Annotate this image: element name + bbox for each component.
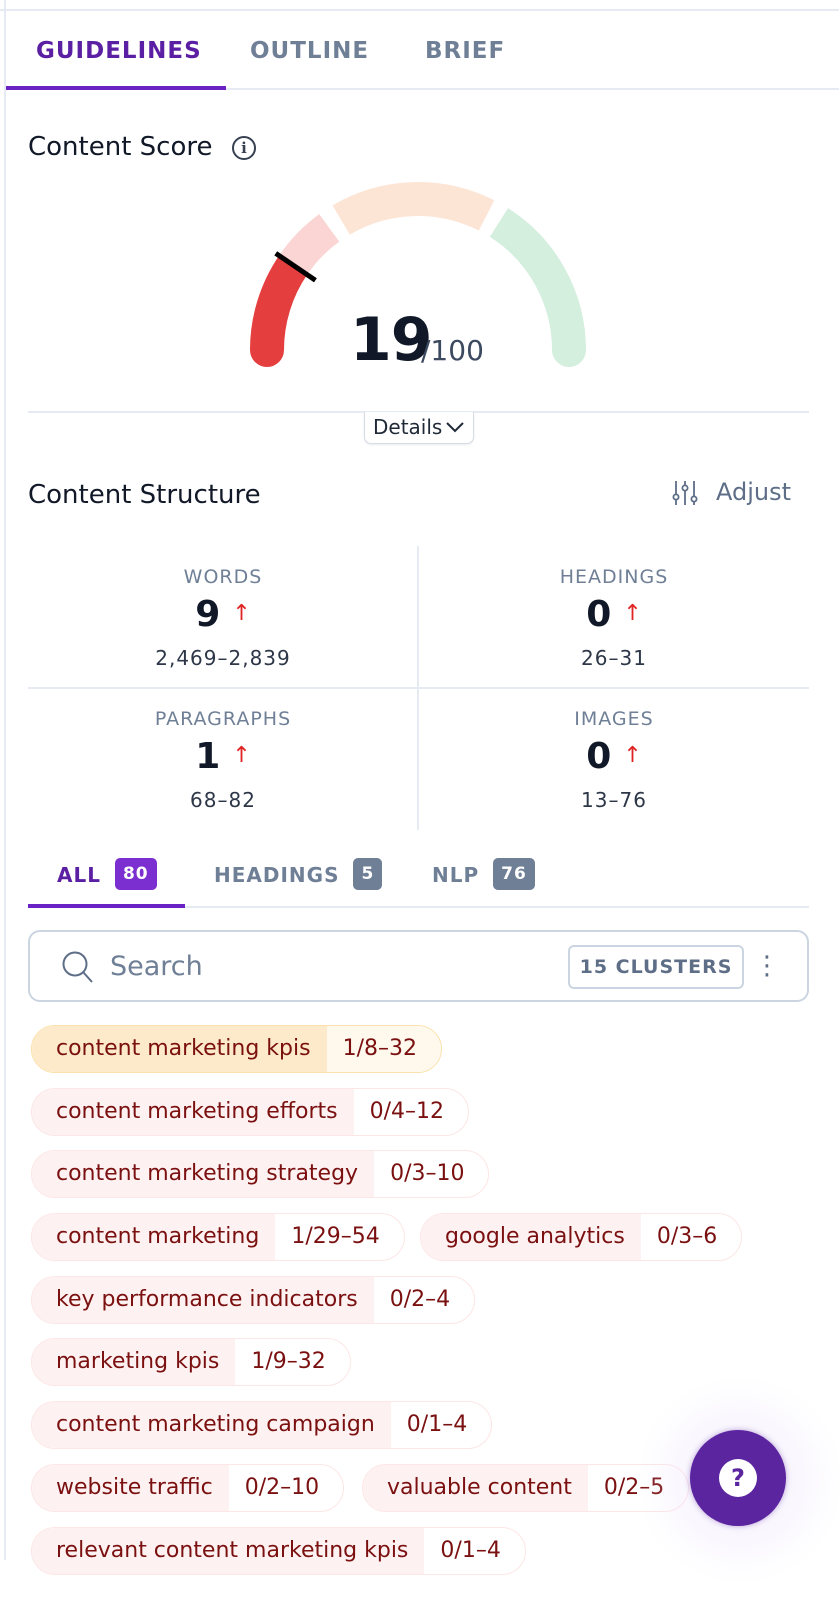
term-label: google analytics bbox=[421, 1214, 641, 1261]
term-count: 0/2–10 bbox=[244, 1474, 320, 1500]
stat-headings: HEADINGS 0 ↑ 26–31 bbox=[419, 546, 809, 688]
term-label: content marketing kpis bbox=[32, 1026, 327, 1072]
term-chip[interactable]: content marketing strategy 0/3–10 bbox=[31, 1150, 490, 1199]
stat-label: IMAGES bbox=[574, 708, 654, 730]
stat-value: 0 ↑ bbox=[586, 594, 642, 635]
stat-label: HEADINGS bbox=[559, 566, 669, 588]
term-label: content marketing bbox=[32, 1214, 276, 1261]
adjust-label: Adjust bbox=[716, 478, 792, 506]
sliders-icon bbox=[672, 481, 698, 505]
stat-label: PARAGRAPHS bbox=[154, 708, 292, 730]
count-badge: 5 bbox=[353, 858, 383, 890]
gauge-end-cap bbox=[250, 333, 284, 367]
term-count: 0/4–12 bbox=[369, 1098, 445, 1124]
stats-divider-horizontal bbox=[28, 687, 809, 689]
term-chip[interactable]: relevant content marketing kpis 0/1–4 bbox=[31, 1526, 526, 1575]
stat-range: 2,469–2,839 bbox=[155, 646, 291, 670]
term-chip[interactable]: content marketing campaign 0/1–4 bbox=[31, 1401, 493, 1450]
term-chip[interactable]: website traffic 0/2–10 bbox=[31, 1463, 345, 1512]
term-chip[interactable]: valuable content 0/2–5 bbox=[362, 1463, 690, 1512]
term-chip[interactable]: content marketing kpis 1/8–32 bbox=[31, 1025, 442, 1073]
term-count: 0/1–4 bbox=[440, 1537, 501, 1563]
score-value: 19 bbox=[350, 305, 432, 375]
question-icon: ? bbox=[719, 1459, 757, 1497]
filter-tab-all[interactable]: ALL 80 bbox=[57, 858, 157, 892]
search-input[interactable] bbox=[110, 946, 550, 986]
content-structure-title: Content Structure bbox=[28, 480, 261, 510]
filter-tab-label: ALL bbox=[57, 863, 101, 887]
term-count: 0/1–4 bbox=[406, 1412, 468, 1438]
stat-words: WORDS 9 ↑ 2,469–2,839 bbox=[28, 546, 418, 688]
term-label: relevant content marketing kpis bbox=[32, 1527, 425, 1574]
stat-value: 0 ↑ bbox=[586, 736, 642, 777]
details-button[interactable]: Details bbox=[364, 412, 474, 444]
details-label: Details bbox=[373, 415, 443, 439]
score-max: /100 bbox=[421, 334, 484, 367]
term-label: content marketing campaign bbox=[32, 1402, 391, 1449]
arrow-up-icon: ↑ bbox=[232, 743, 251, 768]
filter-tab-headings[interactable]: HEADINGS 5 bbox=[214, 858, 383, 892]
search-icon bbox=[62, 951, 93, 983]
term-chip[interactable]: key performance indicators 0/2–4 bbox=[31, 1275, 476, 1324]
filter-tab-nlp[interactable]: NLP 76 bbox=[432, 858, 535, 892]
term-search-box: 15 CLUSTERS ⋮ bbox=[28, 930, 809, 1002]
filter-tab-label: HEADINGS bbox=[214, 863, 340, 887]
stat-value: 1 ↑ bbox=[195, 736, 251, 777]
term-count: 1/8–32 bbox=[326, 1026, 441, 1072]
gauge-segment bbox=[279, 214, 340, 276]
stat-value: 9 ↑ bbox=[195, 594, 251, 635]
term-label: marketing kpis bbox=[32, 1339, 236, 1386]
term-count: 0/3–10 bbox=[390, 1161, 465, 1187]
term-filter-tabs: ALL 80 HEADINGS 5 NLP 76 bbox=[28, 850, 809, 908]
chevron-down-icon bbox=[445, 414, 465, 448]
term-label: content marketing efforts bbox=[32, 1088, 354, 1135]
gauge-segment bbox=[489, 208, 586, 351]
term-count: 0/3–6 bbox=[656, 1224, 718, 1250]
help-button[interactable]: ? bbox=[690, 1430, 786, 1526]
stat-range: 13–76 bbox=[581, 788, 647, 812]
term-chip[interactable]: content marketing 1/29–54 bbox=[31, 1213, 405, 1262]
arrow-up-icon: ↑ bbox=[232, 601, 251, 626]
term-count: 1/9–32 bbox=[251, 1349, 326, 1375]
active-filter-indicator bbox=[28, 904, 185, 908]
more-options-icon[interactable]: ⋮ bbox=[754, 948, 780, 986]
term-count: 0/2–4 bbox=[389, 1286, 451, 1312]
count-badge: 80 bbox=[114, 858, 157, 890]
arrow-up-icon: ↑ bbox=[623, 601, 642, 626]
term-label: website traffic bbox=[32, 1464, 229, 1511]
term-chip[interactable]: google analytics 0/3–6 bbox=[420, 1213, 743, 1262]
filter-tab-label: NLP bbox=[432, 863, 480, 887]
gauge-segment bbox=[332, 182, 495, 235]
gauge-end-cap bbox=[552, 333, 586, 367]
stat-range: 26–31 bbox=[581, 646, 647, 670]
clusters-button[interactable]: 15 CLUSTERS bbox=[568, 945, 744, 989]
term-chip[interactable]: marketing kpis 1/9–32 bbox=[31, 1338, 351, 1387]
term-chip[interactable]: content marketing efforts 0/4–12 bbox=[31, 1087, 470, 1136]
stat-label: WORDS bbox=[183, 566, 263, 588]
term-label: content marketing strategy bbox=[32, 1151, 375, 1198]
term-count: 0/2–5 bbox=[603, 1474, 665, 1500]
term-label: valuable content bbox=[363, 1464, 588, 1511]
term-count: 1/29–54 bbox=[291, 1224, 380, 1250]
stat-range: 68–82 bbox=[190, 788, 256, 812]
term-label: key performance indicators bbox=[32, 1276, 374, 1323]
content-structure-stats: WORDS 9 ↑ 2,469–2,839 HEADINGS 0 ↑ 26–31 P… bbox=[28, 546, 809, 830]
stat-images: IMAGES 0 ↑ 13–76 bbox=[419, 688, 809, 830]
count-badge: 76 bbox=[493, 858, 535, 890]
arrow-up-icon: ↑ bbox=[623, 743, 642, 768]
stat-paragraphs: PARAGRAPHS 1 ↑ 68–82 bbox=[28, 688, 418, 830]
